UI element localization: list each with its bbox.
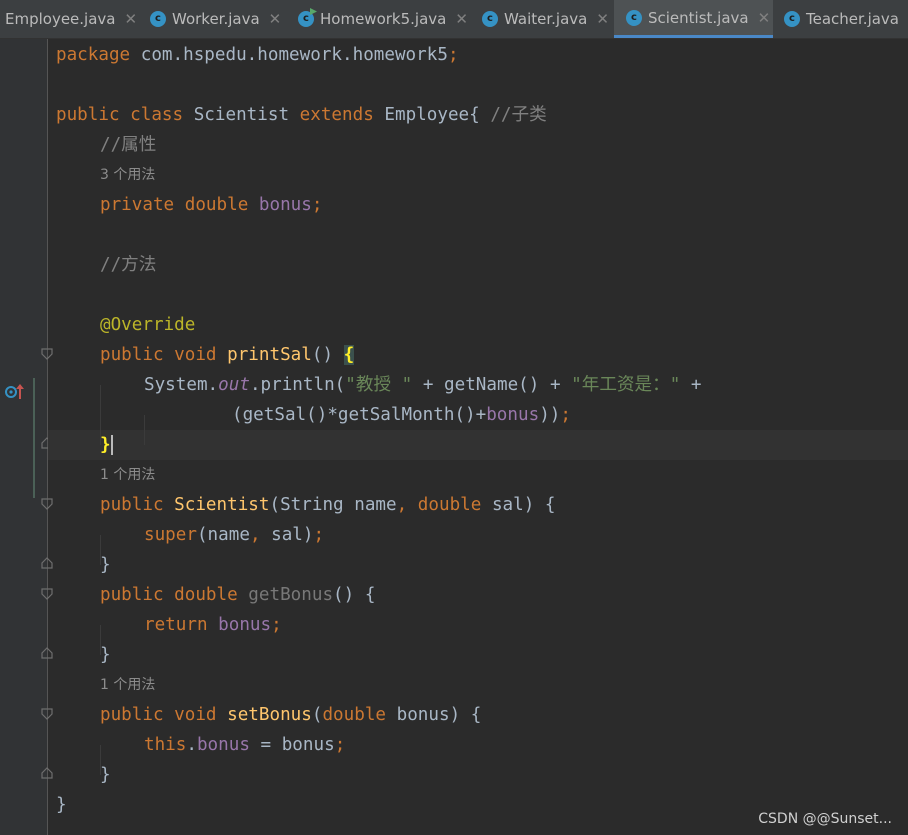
code-line-override-annotation[interactable]: @Override <box>100 310 195 340</box>
tab-waiter-java[interactable]: c Waiter.java ✕ <box>474 0 614 38</box>
comment-subclass: //子类 <box>490 105 547 125</box>
usages-hint[interactable]: 1 个用法 <box>100 670 155 700</box>
code-line-return-bonus[interactable]: return bonus; <box>144 610 282 640</box>
tab-label: Employee.java <box>5 10 116 28</box>
code-line-constructor-signature[interactable]: public Scientist(String name, double sal… <box>100 490 556 520</box>
class-icon: c <box>784 11 800 27</box>
tab-worker-java[interactable]: c Worker.java ✕ <box>142 0 290 38</box>
class-icon: c <box>482 11 498 27</box>
code-line-comment-attributes[interactable]: //属性 <box>100 130 156 160</box>
code-line-constructor-close[interactable]: } <box>100 550 111 580</box>
code-line-setbonus-signature[interactable]: public void setBonus(double bonus) { <box>100 700 481 730</box>
tab-teacher-java[interactable]: c Teacher.java <box>776 0 908 38</box>
main-class-icon: c <box>298 11 314 27</box>
class-icon: c <box>626 9 642 26</box>
close-icon[interactable]: ✕ <box>269 10 282 28</box>
code-line-class-close[interactable]: } <box>56 790 67 820</box>
tab-label: Waiter.java <box>504 10 588 28</box>
code-line-bonus-field[interactable]: private double bonus; <box>100 190 322 220</box>
tab-homework5-java[interactable]: c Homework5.java ✕ <box>290 0 474 38</box>
class-icon: c <box>150 11 166 27</box>
code-line-super-call[interactable]: super(name, sal); <box>144 520 324 550</box>
code-line-getbonus-signature[interactable]: public double getBonus() { <box>100 580 375 610</box>
code-line-println-continuation[interactable]: (getSal()*getSalMonth()+bonus)); <box>232 400 571 430</box>
usages-hint[interactable]: 3 个用法 <box>100 160 155 190</box>
ide-window: Employee.java ✕ c Worker.java ✕ c Homewo… <box>0 0 908 835</box>
tab-label: Homework5.java <box>320 10 447 28</box>
caret-row-highlight <box>48 430 908 460</box>
code-line-setbonus-close[interactable]: } <box>100 760 111 790</box>
usages-hint[interactable]: 1 个用法 <box>100 460 155 490</box>
tab-label: Teacher.java <box>806 10 900 28</box>
tab-label: Worker.java <box>172 10 260 28</box>
watermark: CSDN @@Sunset... <box>758 811 892 827</box>
vcs-change-marker[interactable] <box>33 378 35 498</box>
editor-tab-bar: Employee.java ✕ c Worker.java ✕ c Homewo… <box>0 0 908 39</box>
tab-scientist-java[interactable]: c Scientist.java ✕ <box>614 0 773 38</box>
close-icon[interactable]: ✕ <box>758 9 771 27</box>
tab-label: Scientist.java <box>648 8 749 27</box>
close-icon[interactable]: ✕ <box>455 10 468 28</box>
close-icon[interactable]: ✕ <box>596 10 609 28</box>
code-line-printsal-signature[interactable]: public void printSal() { <box>100 340 355 370</box>
code-line-comment-methods[interactable]: //方法 <box>100 250 156 280</box>
close-icon[interactable]: ✕ <box>125 10 138 28</box>
code-line-printsal-close[interactable]: } <box>100 430 113 460</box>
indent-guide <box>144 415 145 445</box>
code-line-package[interactable]: package com.hspedu.homework.homework5; <box>56 40 459 70</box>
code-line-getbonus-close[interactable]: } <box>100 640 111 670</box>
override-method-icon[interactable] <box>4 383 26 401</box>
tab-employee-java[interactable]: Employee.java ✕ <box>0 0 142 38</box>
code-line-class-declaration[interactable]: public class Scientist extends Employee{… <box>56 100 547 130</box>
code-line-println[interactable]: System.out.println("教授 " + getName() + "… <box>144 370 701 400</box>
code-line-assign-bonus[interactable]: this.bonus = bonus; <box>144 730 345 760</box>
code-editor[interactable]: package com.hspedu.homework.homework5; p… <box>48 39 908 835</box>
